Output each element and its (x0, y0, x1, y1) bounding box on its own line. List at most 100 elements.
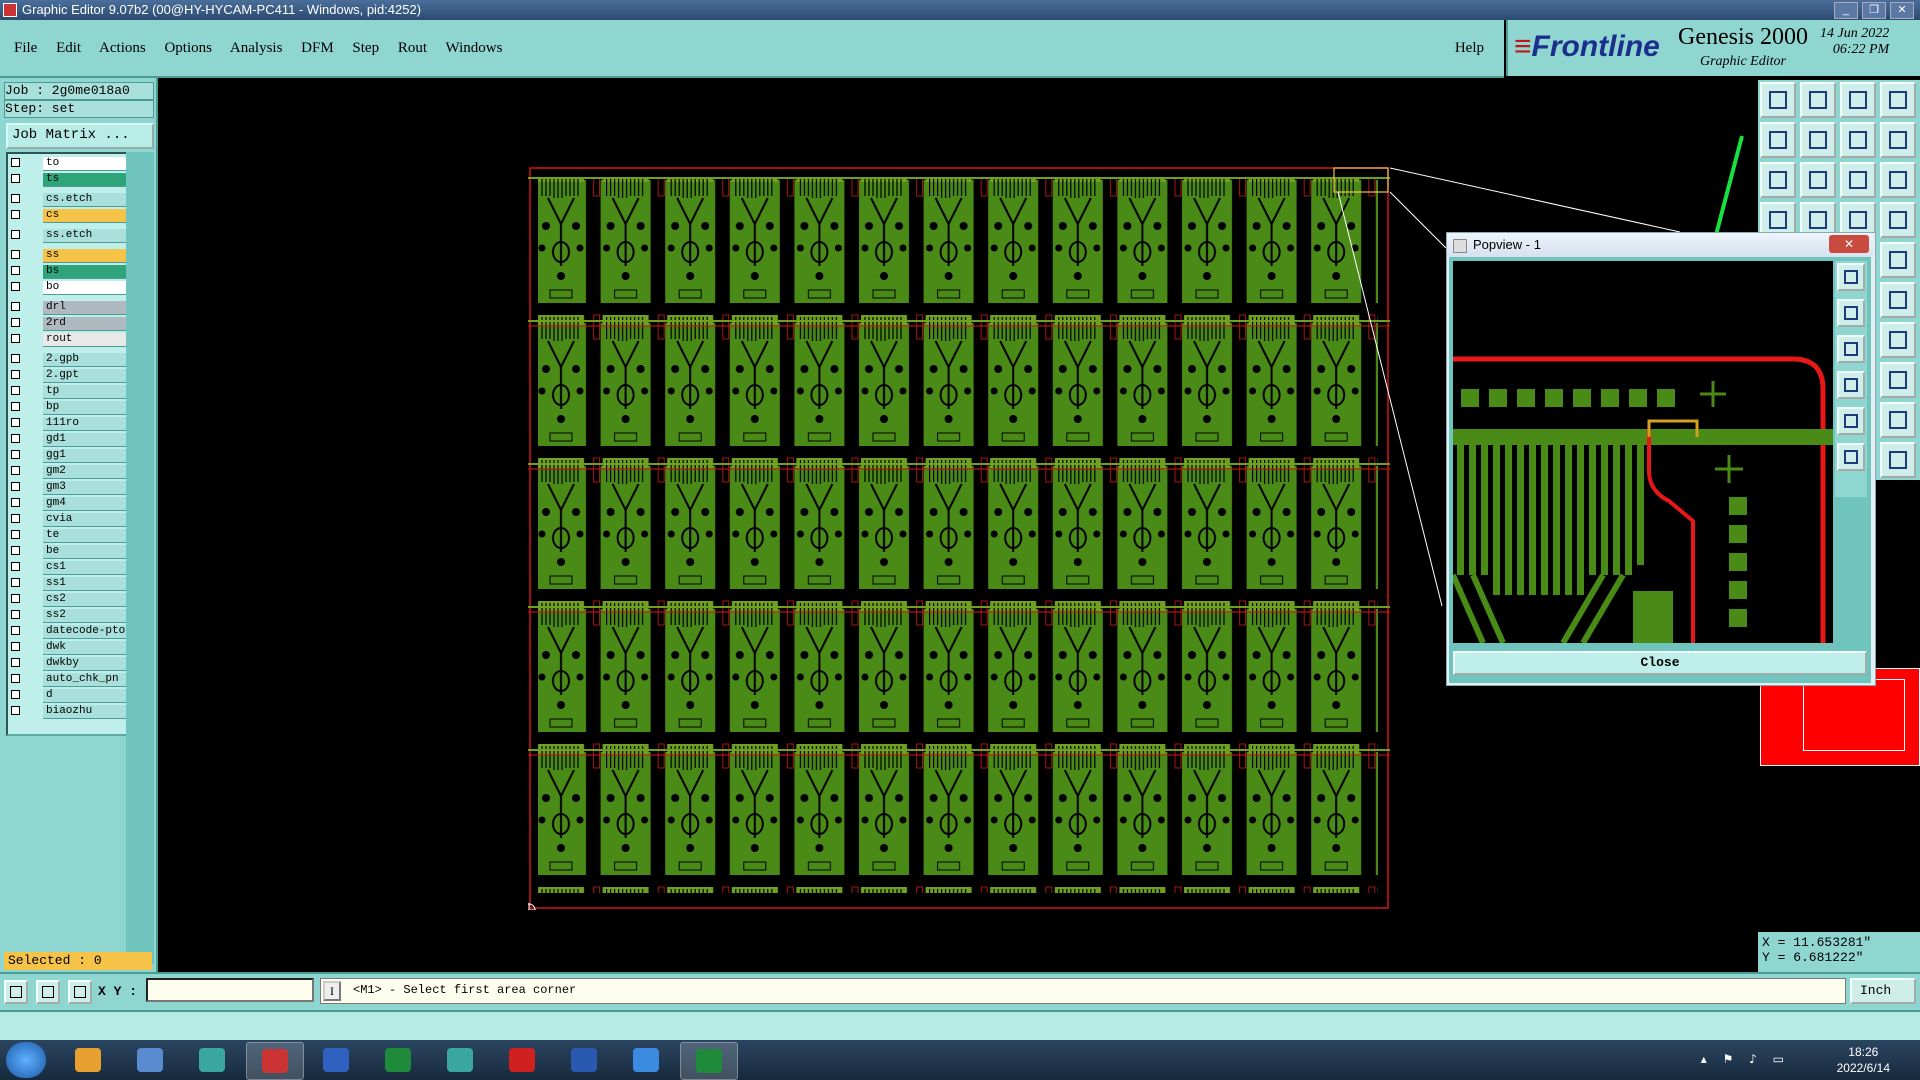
layer-checkbox[interactable] (11, 434, 20, 443)
layer-checkbox[interactable] (11, 482, 20, 491)
layer-row[interactable]: ss (8, 249, 128, 263)
popview-close-button[interactable]: Close (1453, 651, 1867, 675)
connect-button[interactable] (1880, 282, 1916, 318)
layer-checkbox[interactable] (11, 594, 20, 603)
layer-checkbox[interactable] (11, 610, 20, 619)
center-button[interactable] (1800, 162, 1836, 198)
layer-row[interactable]: rout (8, 333, 128, 347)
popview-window[interactable]: Popview - 1 ✕ Close (1446, 232, 1876, 686)
layer-row[interactable]: ss.etch (8, 229, 128, 243)
house-view-button[interactable] (1840, 82, 1876, 118)
layer-checkbox[interactable] (11, 658, 20, 667)
xy-input[interactable] (146, 978, 314, 1002)
pan-right-button[interactable] (1800, 122, 1836, 158)
layer-row[interactable]: 111ro (8, 417, 128, 431)
layer-row[interactable]: tp (8, 385, 128, 399)
layer-row[interactable]: gm2 (8, 465, 128, 479)
layer-row[interactable]: ts (8, 173, 128, 187)
layer-checkbox[interactable] (11, 642, 20, 651)
grid-mode-button[interactable] (68, 980, 92, 1004)
menu-help[interactable]: Help (1455, 40, 1484, 57)
taskbar-app-10[interactable] (618, 1042, 674, 1078)
layer-row[interactable]: gm3 (8, 481, 128, 495)
restore-icon[interactable]: ❐ (1862, 2, 1886, 19)
layer-checkbox[interactable] (11, 386, 20, 395)
layer-row[interactable]: datecode-pto (8, 625, 128, 639)
popview-fit-button[interactable] (1837, 443, 1865, 471)
snap-button[interactable] (1880, 202, 1916, 238)
scale-button[interactable] (1840, 162, 1876, 198)
taskbar-app-3[interactable] (184, 1042, 240, 1078)
layer-row[interactable]: auto_chk_pn (8, 673, 128, 687)
layer-checkbox[interactable] (11, 210, 20, 219)
layer-checkbox[interactable] (11, 418, 20, 427)
minimize-icon[interactable]: _ (1834, 2, 1858, 19)
mirror-button[interactable] (1880, 122, 1916, 158)
layer-row[interactable]: bp (8, 401, 128, 415)
layer-checkbox[interactable] (11, 194, 20, 203)
overview-viewport[interactable] (1803, 679, 1905, 751)
taskbar-app-9[interactable] (556, 1042, 612, 1078)
cursor-button[interactable] (1880, 442, 1916, 478)
layer-checkbox[interactable] (11, 706, 20, 715)
taskbar-app-8[interactable] (494, 1042, 550, 1078)
flip-button[interactable] (1840, 122, 1876, 158)
popview-up-button[interactable] (1837, 299, 1865, 327)
popview-right-button[interactable] (1837, 407, 1865, 435)
layer-row[interactable]: dwk (8, 641, 128, 655)
layer-row[interactable]: d (8, 689, 128, 703)
split-view-button[interactable] (1880, 82, 1916, 118)
popview-title-bar[interactable]: Popview - 1 ✕ (1447, 233, 1873, 257)
layer-row[interactable]: ss1 (8, 577, 128, 591)
close-window-icon[interactable]: ✕ (1890, 2, 1914, 19)
popview-down-button[interactable] (1837, 335, 1865, 363)
layer-row[interactable]: cvia (8, 513, 128, 527)
popview-zoom-button[interactable] (1837, 263, 1865, 291)
layer-row[interactable]: to (8, 157, 128, 171)
layer-row[interactable]: biaozhu (8, 705, 128, 719)
taskbar-app-2[interactable] (122, 1042, 178, 1078)
layer-row[interactable]: 2rd (8, 317, 128, 331)
layer-checkbox[interactable] (11, 530, 20, 539)
layer-row[interactable]: dwkby (8, 657, 128, 671)
dot-button[interactable] (1880, 242, 1916, 278)
system-clock[interactable]: 18:26 2022/6/14 (1837, 1044, 1890, 1076)
layer-checkbox[interactable] (11, 498, 20, 507)
layer-row[interactable]: be (8, 545, 128, 559)
taskbar-app-1[interactable] (60, 1042, 116, 1078)
layer-checkbox[interactable] (11, 282, 20, 291)
taskbar-app-11[interactable] (680, 1042, 738, 1080)
popview-left-button[interactable] (1837, 371, 1865, 399)
pcb-panel-canvas[interactable] (528, 166, 1390, 910)
popview-canvas[interactable] (1453, 261, 1833, 643)
layer-row[interactable]: cs.etch (8, 193, 128, 207)
menu-dfm[interactable]: DFM (301, 40, 334, 56)
taskbar-app-6[interactable] (370, 1042, 426, 1078)
layer-checkbox[interactable] (11, 250, 20, 259)
layer-row[interactable]: cs2 (8, 593, 128, 607)
layer-checkbox[interactable] (11, 354, 20, 363)
fit-button[interactable] (1760, 162, 1796, 198)
layer-row[interactable]: 2.gpb (8, 353, 128, 367)
layer-checkbox[interactable] (11, 514, 20, 523)
taskbar-app-4[interactable] (246, 1042, 304, 1080)
layer-checkbox[interactable] (11, 402, 20, 411)
menu-actions[interactable]: Actions (99, 40, 146, 56)
layer-row[interactable]: gm4 (8, 497, 128, 511)
layer-row[interactable]: gd1 (8, 433, 128, 447)
pan-left-button[interactable] (1760, 122, 1796, 158)
draw-mode-button[interactable] (36, 980, 60, 1004)
layer-checkbox[interactable] (11, 466, 20, 475)
layer-row[interactable]: 2.gpt (8, 369, 128, 383)
layer-row[interactable]: gg1 (8, 449, 128, 463)
layer-checkbox[interactable] (11, 334, 20, 343)
taskbar-app-7[interactable] (432, 1042, 488, 1078)
menu-edit[interactable]: Edit (56, 40, 81, 56)
layer-checkbox[interactable] (11, 578, 20, 587)
job-matrix-button[interactable]: Job Matrix ... (6, 123, 154, 149)
layer-row[interactable]: ss2 (8, 609, 128, 623)
layer-checkbox[interactable] (11, 690, 20, 699)
menu-file[interactable]: File (14, 40, 37, 56)
layer-checkbox[interactable] (11, 230, 20, 239)
layer-checkbox[interactable] (11, 562, 20, 571)
